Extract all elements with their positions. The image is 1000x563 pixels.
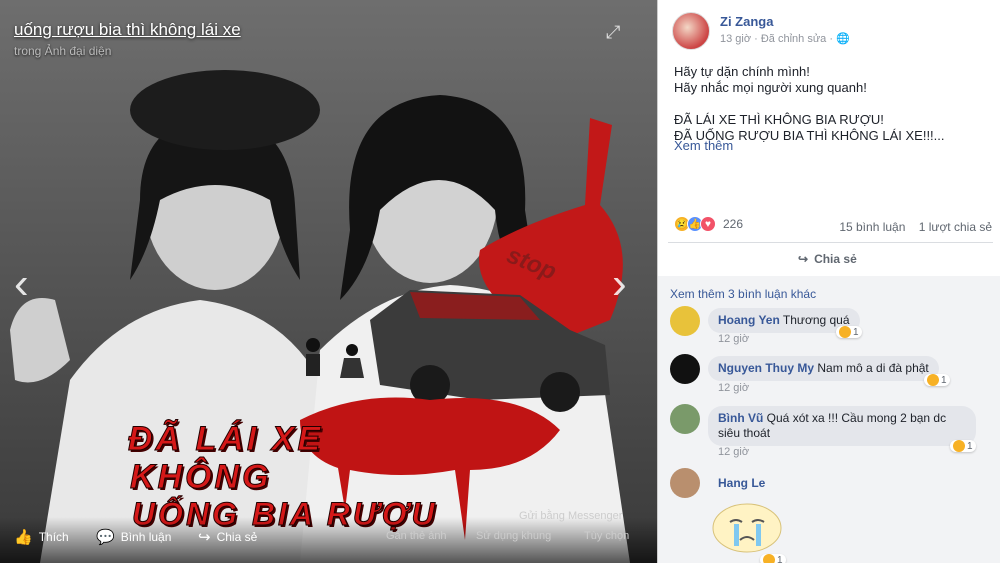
use-frame-link[interactable]: Sử dụng khung xyxy=(476,530,551,542)
post-time[interactable]: 13 giờ · Đã chỉnh sửa · xyxy=(720,33,833,45)
see-more-link[interactable]: Xem thêm xyxy=(674,138,733,153)
commenter-name[interactable]: Hang Le xyxy=(718,476,765,490)
comment-time[interactable]: 12 giờ xyxy=(718,382,749,394)
thumbs-up-icon: 👍 xyxy=(14,529,33,546)
like-button[interactable]: 👍 Thích xyxy=(14,528,69,546)
commenter-name[interactable]: Bình Vũ xyxy=(718,411,763,425)
share-arrow-icon: ↪ xyxy=(798,252,809,266)
share-label: Chia sẻ xyxy=(216,530,258,544)
photo-viewer: uống rượu bia thì không lái xe trong Ảnh… xyxy=(0,0,657,563)
post-photo[interactable] xyxy=(0,0,657,563)
love-reaction-icon: ♥ xyxy=(700,216,716,232)
more-comments-link[interactable]: Xem thêm 3 bình luận khác xyxy=(670,287,816,301)
comment-text: Nam mô a di đà phật xyxy=(817,361,929,375)
sad-reaction-icon xyxy=(763,554,775,563)
share-count[interactable]: 1 lượt chia sẻ xyxy=(919,220,992,234)
post-body: Hãy tự dặn chính mình! Hãy nhắc mọi ngườ… xyxy=(674,64,994,144)
commenter-name[interactable]: Nguyen Thuy My xyxy=(718,361,814,375)
comment-reaction-count: 1 xyxy=(777,554,783,563)
tag-photo-link[interactable]: Gắn thẻ ảnh xyxy=(386,530,447,542)
like-label: Thích xyxy=(38,530,69,544)
photo-album-link[interactable]: trong Ảnh đại diện xyxy=(14,44,111,58)
post-line-1: Hãy tự dặn chính mình! xyxy=(674,64,810,79)
send-messenger-link[interactable]: Gửi bằng Messenger xyxy=(519,510,622,522)
sad-reaction-icon xyxy=(927,374,939,386)
commenter-avatar[interactable] xyxy=(670,354,700,384)
comment-reaction-count: 1 xyxy=(853,326,859,338)
post-line-2: Hãy nhắc mọi người xung quanh! xyxy=(674,80,867,95)
crying-sticker xyxy=(710,498,784,554)
previous-photo-icon[interactable]: ‹ xyxy=(14,262,29,306)
next-photo-icon[interactable]: › xyxy=(612,262,627,306)
commenter-avatar[interactable] xyxy=(670,468,700,498)
commenter-name[interactable]: Hoang Yen xyxy=(718,313,780,327)
comment-reaction[interactable]: 1 xyxy=(924,374,950,386)
share-icon: ↪ xyxy=(198,529,211,546)
overlay-line-2: KHÔNG xyxy=(130,458,272,497)
comment-reaction-count: 1 xyxy=(967,440,973,452)
comment-time[interactable]: 12 giờ xyxy=(718,446,749,458)
sad-reaction-icon xyxy=(839,326,851,338)
post-meta: 13 giờ · Đã chỉnh sửa · 🌐 xyxy=(720,32,850,45)
panel-share-button[interactable]: ↪ Chia sẻ xyxy=(798,252,857,266)
commenter-avatar[interactable] xyxy=(670,306,700,336)
comment-bubble: Nguyen Thuy My Nam mô a di đà phật xyxy=(708,356,939,381)
post-panel: Zi Zanga 13 giờ · Đã chỉnh sửa · 🌐 Hãy t… xyxy=(657,0,1000,563)
overlay-line-1: ĐÃ LÁI XE xyxy=(127,420,324,459)
comment-reaction[interactable]: 1 xyxy=(950,440,976,452)
author-name[interactable]: Zi Zanga xyxy=(720,14,773,29)
globe-icon: 🌐 xyxy=(836,33,850,45)
sad-reaction-icon xyxy=(953,440,965,452)
post-line-spacer xyxy=(674,96,994,112)
comment-bubble: Bình Vũ Quá xót xa !!! Cầu mong 2 bạn dc… xyxy=(708,406,976,446)
expand-icon[interactable]: ⤢ xyxy=(606,22,626,42)
author-avatar[interactable] xyxy=(672,12,710,50)
comment-reaction[interactable]: 1 xyxy=(836,326,862,338)
engagement-counts: 15 bình luận 1 lượt chia sẻ xyxy=(839,220,992,234)
comment-label: Bình luận xyxy=(120,530,172,544)
comment-icon: 💬 xyxy=(96,529,115,546)
comment-button[interactable]: 💬 Bình luận xyxy=(96,528,171,546)
panel-share-label: Chia sẻ xyxy=(814,252,857,266)
comment-text: Thương quá xyxy=(782,313,850,327)
options-link[interactable]: Tùy chọn xyxy=(584,530,629,542)
post-line-4: ĐÃ LÁI XE THÌ KHÔNG BIA RƯỢU! xyxy=(674,112,884,127)
comment-count[interactable]: 15 bình luận xyxy=(839,220,905,234)
comment-reaction[interactable]: 1 xyxy=(760,554,786,563)
comment-time[interactable]: 12 giờ xyxy=(718,333,749,345)
comment-reaction-count: 1 xyxy=(941,374,947,386)
reaction-count: 226 xyxy=(723,217,744,231)
commenter-avatar[interactable] xyxy=(670,404,700,434)
reactions-summary[interactable]: 😢 👍 ♥ 226 xyxy=(674,216,743,232)
divider xyxy=(668,242,993,243)
comments-section: Xem thêm 3 bình luận khác Hoang Yen Thươ… xyxy=(658,276,1000,563)
share-button[interactable]: ↪ Chia sẻ xyxy=(198,528,257,546)
photo-title[interactable]: uống rượu bia thì không lái xe xyxy=(14,20,241,40)
